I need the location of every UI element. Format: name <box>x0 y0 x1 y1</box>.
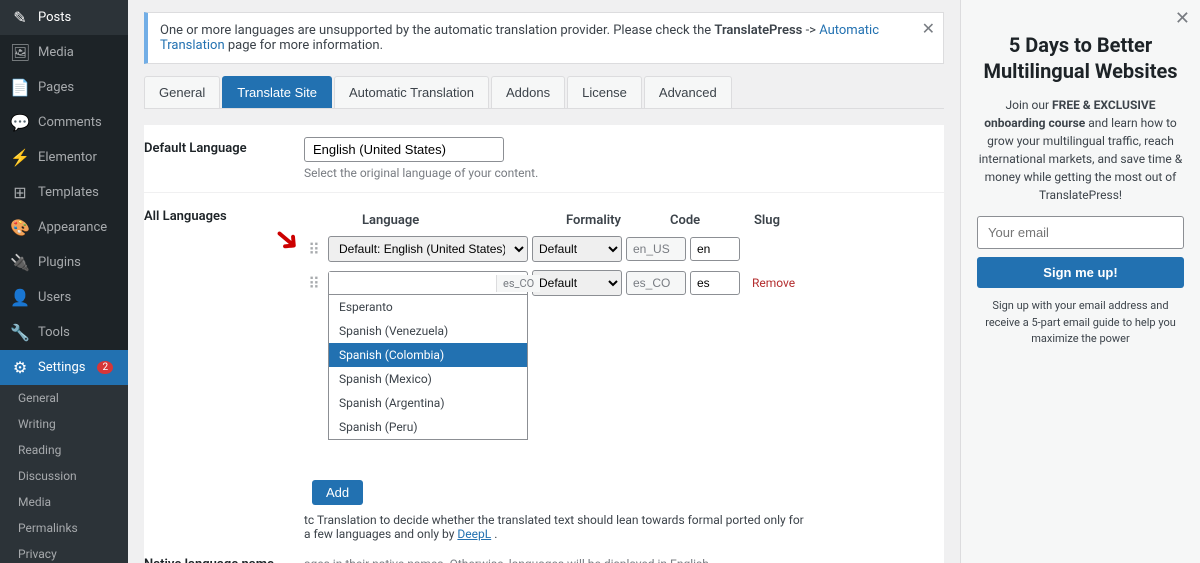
tab-automatic-translation[interactable]: Automatic Translation <box>334 76 489 108</box>
lang-select-wrap-1: Default: English (United States) <box>328 236 528 262</box>
tab-addons[interactable]: Addons <box>491 76 565 108</box>
main-content: One or more languages are unsupported by… <box>128 0 960 563</box>
drag-handle-1[interactable]: ⠿ <box>304 240 324 259</box>
lang-select-1[interactable]: Default: English (United States) <box>328 236 528 262</box>
content-area: One or more languages are unsupported by… <box>128 0 960 563</box>
submenu-reading[interactable]: Reading <box>0 437 128 463</box>
panel-close-button[interactable]: ✕ <box>1175 10 1190 28</box>
dropdown-option-3[interactable]: Spanish (Mexico) <box>329 367 527 391</box>
default-language-select[interactable]: English (United States) <box>304 137 504 162</box>
sidebar-item-users[interactable]: 👤 Users <box>0 280 128 315</box>
code-input-2[interactable] <box>626 271 686 295</box>
side-panel: ✕ 5 Days to Better Multilingual Websites… <box>960 0 1200 563</box>
tab-general[interactable]: General <box>144 76 220 108</box>
comments-icon: 💬 <box>10 113 30 132</box>
tools-icon: 🔧 <box>10 323 30 342</box>
media-icon: 🖼 <box>10 43 30 62</box>
formality-select-wrap-1: Default <box>532 236 622 262</box>
native-name-desc: ages in their native names. Otherwise, l… <box>304 557 944 563</box>
tab-advanced[interactable]: Advanced <box>644 76 732 108</box>
posts-icon: ✎ <box>10 8 30 27</box>
sidebar-item-templates[interactable]: ⊞ Templates <box>0 175 128 210</box>
sidebar-item-media[interactable]: 🖼 Media <box>0 35 128 70</box>
dropdown-option-2[interactable]: Spanish (Colombia) <box>329 343 527 367</box>
plugins-icon: 🔌 <box>10 253 30 272</box>
slug-input-1[interactable] <box>690 237 740 261</box>
formality-select-wrap-2: Default <box>532 270 622 296</box>
panel-title: 5 Days to Better Multilingual Websites <box>977 32 1184 84</box>
deepl-link[interactable]: DeepL <box>457 527 491 541</box>
native-name-control: ages in their native names. Otherwise, l… <box>304 553 944 563</box>
all-languages-label: All Languages <box>144 205 304 224</box>
sidebar-item-plugins[interactable]: 🔌 Plugins <box>0 245 128 280</box>
default-language-row: Default Language English (United States)… <box>144 125 944 193</box>
default-language-desc: Select the original language of your con… <box>304 166 944 180</box>
settings-icon: ⚙ <box>10 358 30 377</box>
notice-banner: One or more languages are unsupported by… <box>144 12 944 64</box>
col-formality: Formality <box>566 213 666 228</box>
all-languages-row: All Languages Language Formality Code Sl… <box>144 193 944 563</box>
templates-icon: ⊞ <box>10 183 30 202</box>
sidebar-item-comments[interactable]: 💬 Comments <box>0 105 128 140</box>
signup-button[interactable]: Sign me up! <box>977 257 1184 288</box>
dropdown-option-1[interactable]: Spanish (Venezuela) <box>329 319 527 343</box>
email-input[interactable] <box>977 216 1184 249</box>
panel-footer-text: Sign up with your email address and rece… <box>977 298 1184 348</box>
formality-select-1[interactable]: Default <box>532 236 622 262</box>
submenu-general[interactable]: General <box>0 385 128 411</box>
elementor-icon: ⚡ <box>10 148 30 167</box>
default-language-label: Default Language <box>144 137 304 156</box>
dropdown-option-5[interactable]: Spanish (Peru) <box>329 415 527 439</box>
default-language-control: English (United States) Select the origi… <box>304 137 944 180</box>
languages-table: Language Formality Code Slug ⠿ Default: … <box>304 205 944 541</box>
language-row-english: ⠿ Default: English (United States) Defau… <box>304 232 944 266</box>
language-dropdown-list: Esperanto Spanish (Venezuela) Spanish (C… <box>328 295 528 440</box>
settings-badge: 2 <box>97 361 113 374</box>
formality-select-2[interactable]: Default <box>532 270 622 296</box>
sidebar-item-tools[interactable]: 🔧 Tools <box>0 315 128 350</box>
dropdown-option-0[interactable]: Esperanto <box>329 295 527 319</box>
add-language-row: Add <box>304 480 944 505</box>
notice-text: One or more languages are unsupported by… <box>160 23 931 53</box>
language-row-spanish: ⠿ es_CO Esperanto Spanish ( <box>304 266 944 300</box>
tab-bar: General Translate Site Automatic Transla… <box>144 76 944 109</box>
dropdown-code-badge: es_CO <box>496 275 540 292</box>
languages-table-header: Language Formality Code Slug <box>304 205 944 232</box>
code-input-1[interactable] <box>626 237 686 261</box>
panel-subtitle: Join our FREE & EXCLUSIVE onboarding cou… <box>977 96 1184 204</box>
form-section: Default Language English (United States)… <box>144 125 944 563</box>
remove-language-link[interactable]: Remove <box>752 276 795 290</box>
lang-select-wrap-2: es_CO Esperanto Spanish (Venezuela) Span… <box>328 271 528 295</box>
submenu-discussion[interactable]: Discussion <box>0 463 128 489</box>
tab-license[interactable]: License <box>567 76 642 108</box>
sidebar-item-pages[interactable]: 📄 Pages <box>0 70 128 105</box>
sidebar: ✎ Posts 🖼 Media 📄 Pages 💬 Comments ⚡ Ele… <box>0 0 128 563</box>
col-code: Code <box>670 213 750 228</box>
sidebar-item-settings[interactable]: ⚙ Settings 2 <box>0 350 128 385</box>
sidebar-item-posts[interactable]: ✎ Posts <box>0 0 128 35</box>
submenu-privacy[interactable]: Privacy <box>0 541 128 563</box>
settings-submenu: General Writing Reading Discussion Media… <box>0 385 128 563</box>
submenu-media[interactable]: Media <box>0 489 128 515</box>
tab-translate-site[interactable]: Translate Site <box>222 76 332 108</box>
native-name-section: Native language name ages in their nativ… <box>144 553 944 563</box>
notice-close-button[interactable]: ✕ <box>922 21 935 37</box>
col-slug: Slug <box>754 213 834 228</box>
col-language: Language <box>362 213 562 228</box>
drag-handle-2[interactable]: ⠿ <box>304 274 324 293</box>
users-icon: 👤 <box>10 288 30 307</box>
submenu-writing[interactable]: Writing <box>0 411 128 437</box>
dropdown-option-4[interactable]: Spanish (Argentina) <box>329 391 527 415</box>
slug-input-2[interactable] <box>690 271 740 295</box>
appearance-icon: 🎨 <box>10 218 30 237</box>
dropdown-search-wrap: es_CO <box>328 271 528 295</box>
languages-desc-text: tc Translation to decide whether the tra… <box>304 513 804 541</box>
submenu-permalinks[interactable]: Permalinks <box>0 515 128 541</box>
sidebar-item-appearance[interactable]: 🎨 Appearance <box>0 210 128 245</box>
sidebar-item-elementor[interactable]: ⚡ Elementor <box>0 140 128 175</box>
pages-icon: 📄 <box>10 78 30 97</box>
native-name-label: Native language name <box>144 553 304 563</box>
language-search-input[interactable] <box>329 272 496 294</box>
add-language-button[interactable]: Add <box>312 480 363 505</box>
